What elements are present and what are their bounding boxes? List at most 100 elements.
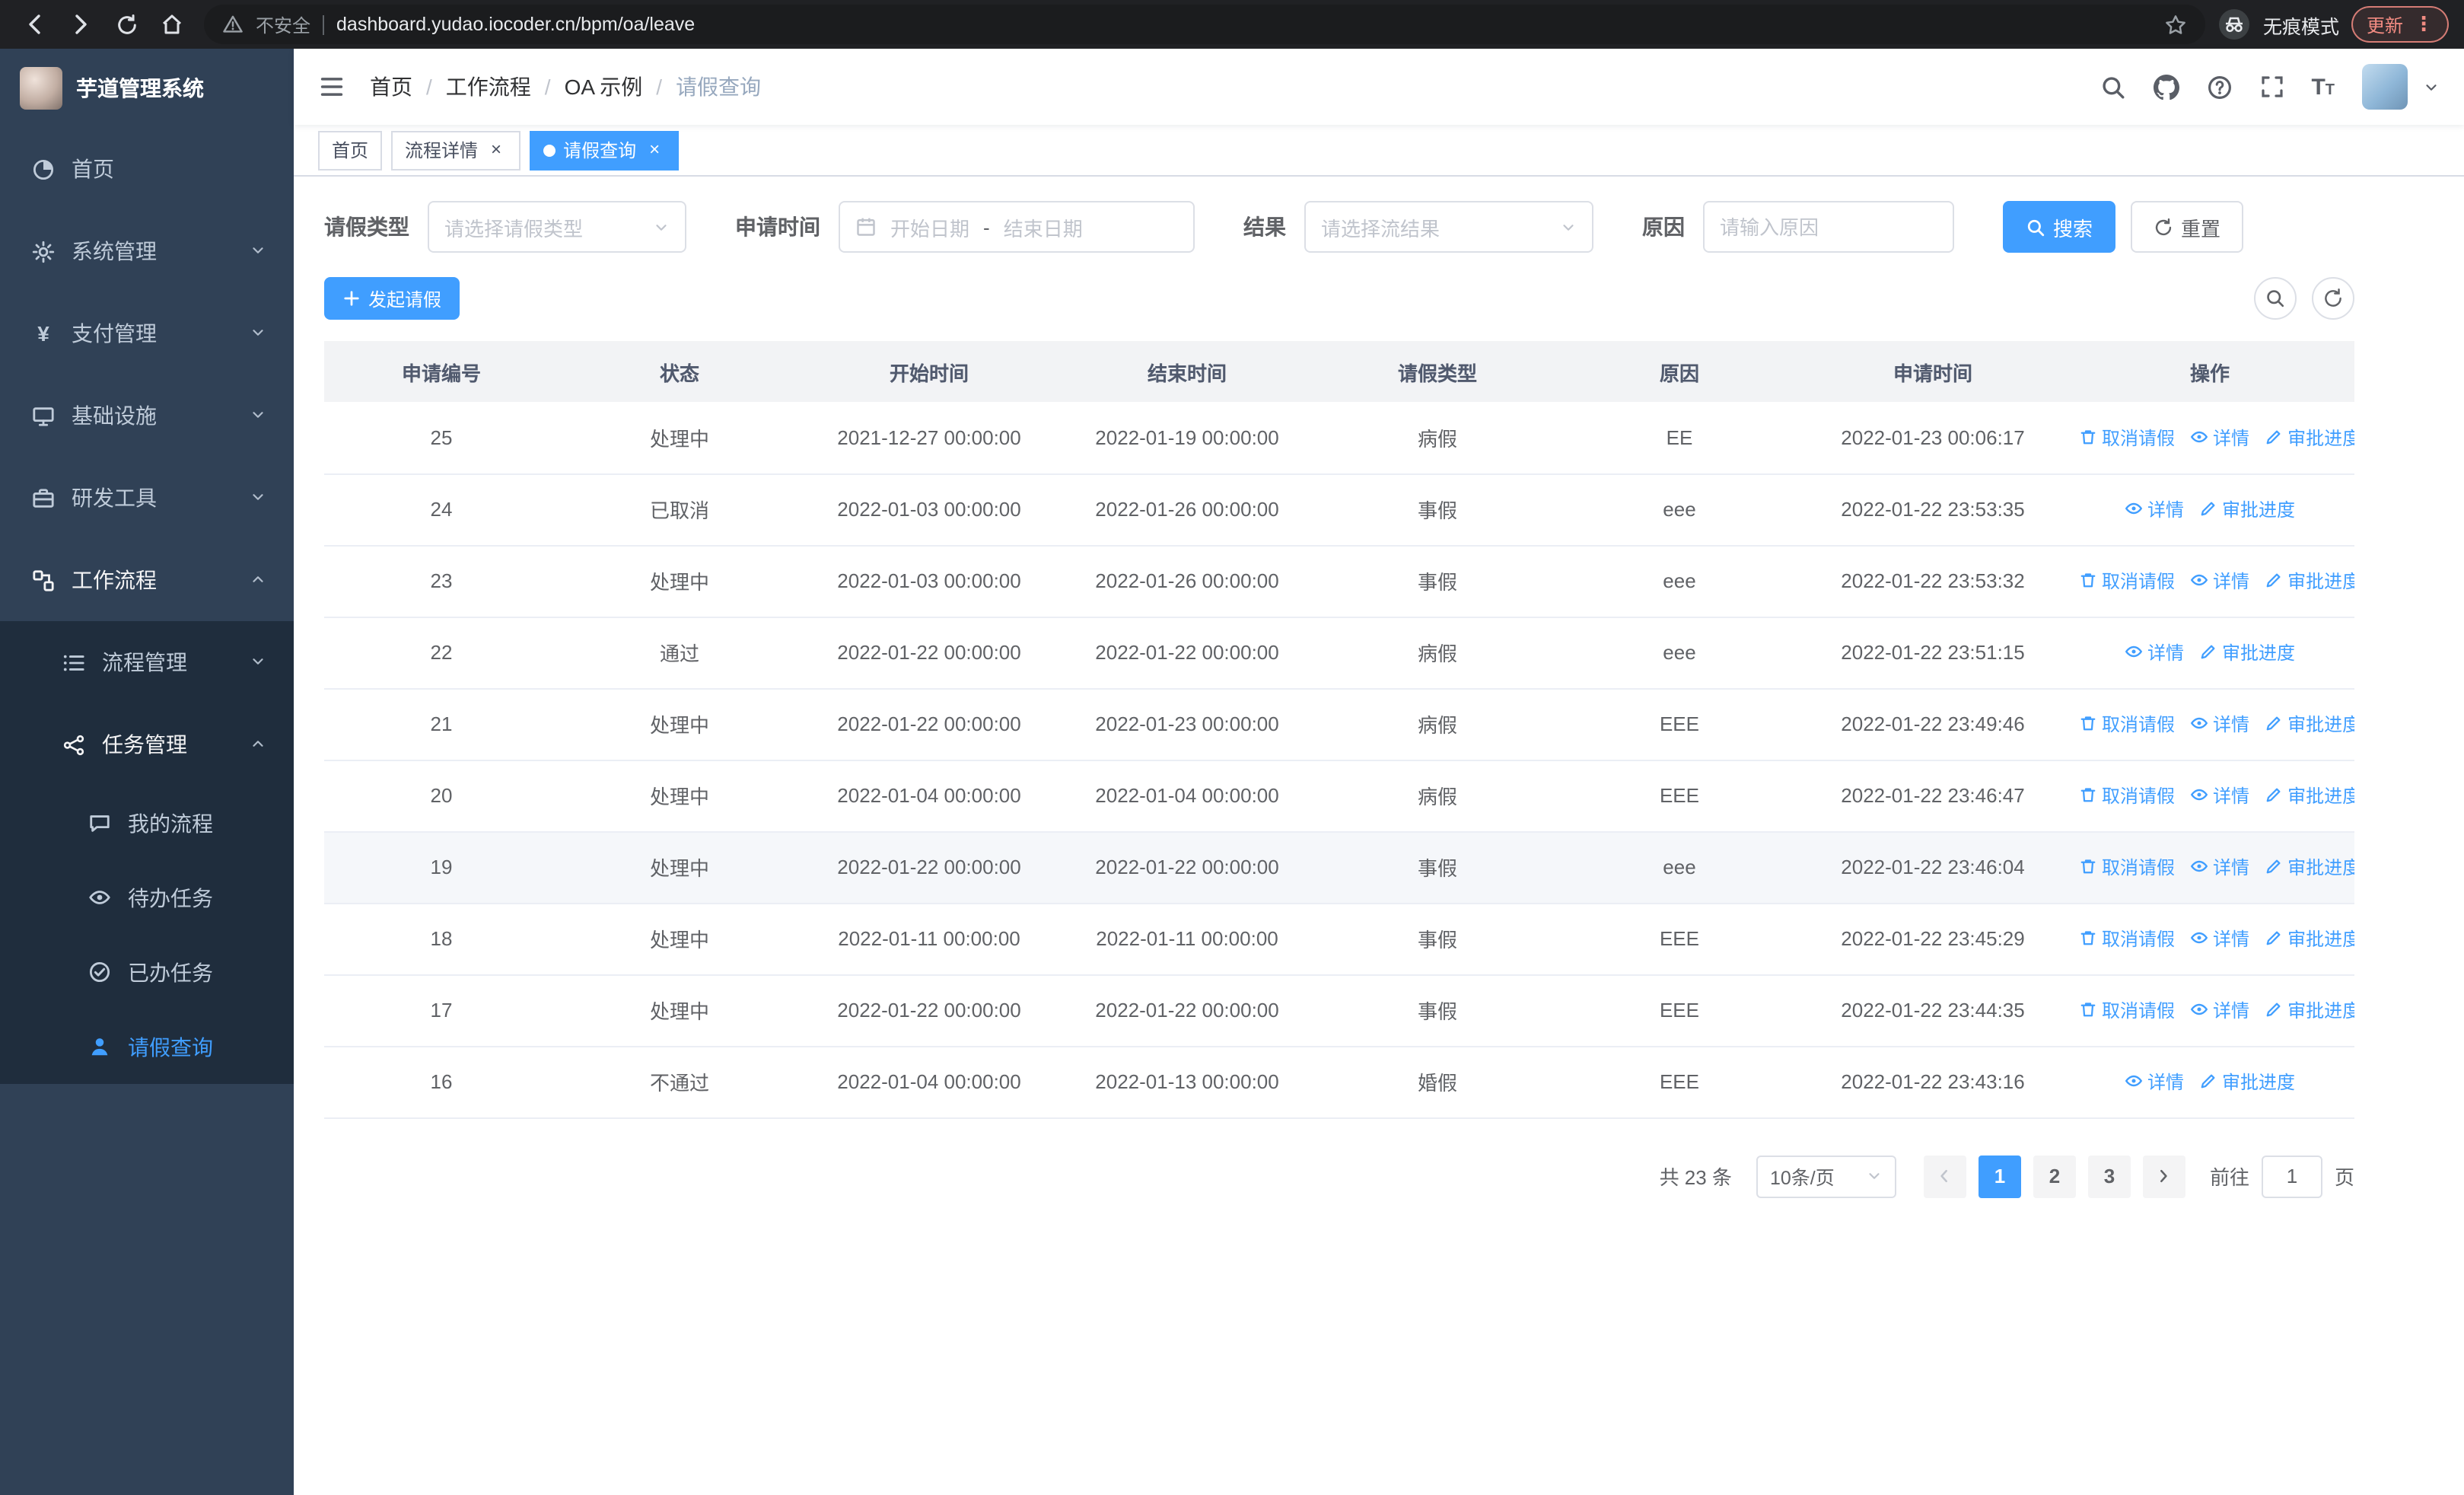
breadcrumb-item-home[interactable]: 首页 xyxy=(370,72,412,102)
address-bar[interactable]: 不安全 dashboard.yudao.iocoder.cn/bpm/oa/le… xyxy=(204,5,2205,44)
sidebar-item-todo-tasks[interactable]: 待办任务 xyxy=(0,860,294,935)
browser-refresh-button[interactable] xyxy=(107,5,146,44)
status: 处理中 xyxy=(559,903,801,975)
eye-icon xyxy=(2190,929,2208,948)
create-leave-button[interactable]: 发起请假 xyxy=(324,277,460,320)
eye-icon xyxy=(87,886,113,909)
sidebar-item-dev-tools[interactable]: 研发工具 xyxy=(0,457,294,539)
result-select[interactable]: 请选择流结果 xyxy=(1304,201,1593,253)
approval-progress-link[interactable]: 审批进度 xyxy=(2265,424,2354,450)
tab-home[interactable]: 首页 xyxy=(318,130,383,170)
chevron-down-icon[interactable] xyxy=(2423,78,2440,95)
detail-link[interactable]: 详情 xyxy=(2125,1069,2184,1095)
header-search-icon[interactable] xyxy=(2099,74,2125,100)
app-logo[interactable]: 芋道管理系统 xyxy=(0,49,294,128)
apply-time: 2022-01-22 23:45:29 xyxy=(1800,903,2065,975)
table-row: 16 不通过 2022-01-04 00:00:00 2022-01-13 00:00… xyxy=(324,1046,2354,1118)
search-button[interactable]: 搜索 xyxy=(2003,201,2116,253)
detail-link[interactable]: 详情 xyxy=(2190,568,2249,594)
cancel-leave-link[interactable]: 取消请假 xyxy=(2079,783,2175,808)
breadcrumb-item-oa-example[interactable]: OA 示例 xyxy=(565,72,643,102)
table-row: 25 处理中 2021-12-27 00:00:00 2022-01-19 00:00… xyxy=(324,402,2354,474)
reason-input[interactable] xyxy=(1703,201,1954,253)
breadcrumb-separator: / xyxy=(426,75,432,99)
end-time: 2022-01-26 00:00:00 xyxy=(1058,545,1316,617)
approval-progress-link[interactable]: 审批进度 xyxy=(2265,997,2354,1023)
detail-link[interactable]: 详情 xyxy=(2190,926,2249,952)
tab-process-detail[interactable]: 流程详情 × xyxy=(391,130,521,170)
browser-home-button[interactable] xyxy=(152,5,192,44)
reset-button[interactable]: 重置 xyxy=(2131,201,2244,253)
sidebar-item-infrastructure[interactable]: 基础设施 xyxy=(0,375,294,457)
leave-type: 事假 xyxy=(1316,903,1558,975)
cancel-leave-link[interactable]: 取消请假 xyxy=(2079,424,2175,450)
sidebar-item-task-management[interactable]: 任务管理 xyxy=(0,703,294,786)
detail-link[interactable]: 详情 xyxy=(2190,997,2249,1023)
apply-time: 2022-01-22 23:46:04 xyxy=(1800,831,2065,904)
detail-link[interactable]: 详情 xyxy=(2190,783,2249,808)
page-size-select[interactable]: 10条/页 xyxy=(1756,1155,1896,1197)
detail-link[interactable]: 详情 xyxy=(2190,854,2249,880)
next-page-button[interactable] xyxy=(2142,1155,2185,1197)
approval-progress-link[interactable]: 审批进度 xyxy=(2199,639,2295,665)
bookmark-star-icon[interactable] xyxy=(2164,13,2187,36)
approval-progress-link[interactable]: 审批进度 xyxy=(2199,496,2295,522)
apply-time-range-picker[interactable]: 开始日期 - 结束日期 xyxy=(839,201,1195,253)
github-icon[interactable] xyxy=(2153,74,2179,100)
eye-icon xyxy=(2190,428,2208,446)
apply-time: 2022-01-22 23:53:35 xyxy=(1800,473,2065,546)
browser-back-button[interactable] xyxy=(15,5,55,44)
approval-progress-link[interactable]: 审批进度 xyxy=(2199,1069,2295,1095)
help-icon[interactable] xyxy=(2206,74,2232,100)
edit-icon xyxy=(2265,428,2283,446)
close-tab-icon[interactable]: × xyxy=(644,139,665,161)
chevron-down-icon xyxy=(250,653,266,670)
application-id: 21 xyxy=(324,688,559,760)
page-button-2[interactable]: 2 xyxy=(2033,1155,2076,1197)
browser-menu-icon[interactable]: ⋮ xyxy=(2414,12,2434,37)
sidebar-item-process-management[interactable]: 流程管理 xyxy=(0,621,294,703)
font-size-icon[interactable]: TT xyxy=(2311,75,2335,98)
sidebar-item-workflow[interactable]: 工作流程 xyxy=(0,539,294,621)
detail-link[interactable]: 详情 xyxy=(2125,496,2184,522)
approval-progress-link[interactable]: 审批进度 xyxy=(2265,926,2354,952)
approval-progress-link[interactable]: 审批进度 xyxy=(2265,711,2354,737)
search-toggle-button[interactable] xyxy=(2254,277,2297,320)
sidebar-item-home[interactable]: 首页 xyxy=(0,128,294,210)
cancel-leave-link[interactable]: 取消请假 xyxy=(2079,926,2175,952)
breadcrumb-item-workflow[interactable]: 工作流程 xyxy=(446,72,531,102)
detail-link[interactable]: 详情 xyxy=(2125,639,2184,665)
fullscreen-icon[interactable] xyxy=(2259,75,2284,99)
cancel-leave-link[interactable]: 取消请假 xyxy=(2079,568,2175,594)
sidebar-item-my-process[interactable]: 我的流程 xyxy=(0,786,294,860)
leave-type-select[interactable]: 请选择请假类型 xyxy=(428,201,686,253)
sidebar-item-payment-management[interactable]: ¥ 支付管理 xyxy=(0,292,294,375)
detail-link[interactable]: 详情 xyxy=(2190,424,2249,450)
page-button-3[interactable]: 3 xyxy=(2087,1155,2131,1197)
prev-page-button[interactable] xyxy=(1923,1155,1966,1197)
leave-table: 申请编号 状态 开始时间 结束时间 请假类型 原因 申请时间 操作 25 处理中 2021-12-… xyxy=(324,341,2354,1118)
refresh-table-button[interactable] xyxy=(2312,277,2354,320)
close-tab-icon[interactable]: × xyxy=(485,139,507,161)
sidebar-item-leave-query[interactable]: 请假查询 xyxy=(0,1009,294,1084)
approval-progress-link[interactable]: 审批进度 xyxy=(2265,568,2354,594)
goto-page-input[interactable] xyxy=(2261,1155,2322,1197)
tab-leave-query[interactable]: 请假查询 × xyxy=(530,130,680,170)
browser-forward-button[interactable] xyxy=(61,5,100,44)
cancel-leave-link[interactable]: 取消请假 xyxy=(2079,711,2175,737)
detail-link[interactable]: 详情 xyxy=(2190,711,2249,737)
approval-progress-link[interactable]: 审批进度 xyxy=(2265,854,2354,880)
delete-icon xyxy=(2079,1001,2097,1019)
sidebar: 芋道管理系统 首页 系统管理 ¥ 支付管理 基础设施 研发工具 工作流程 流程管理 任务管理 我的… xyxy=(0,49,294,1495)
browser-update-button[interactable]: 更新 ⋮ xyxy=(2351,6,2449,43)
avatar[interactable] xyxy=(2362,64,2408,110)
page-button-1[interactable]: 1 xyxy=(1978,1155,2021,1197)
sidebar-toggle-icon[interactable] xyxy=(318,73,345,100)
cancel-leave-link[interactable]: 取消请假 xyxy=(2079,854,2175,880)
sidebar-item-done-tasks[interactable]: 已办任务 xyxy=(0,935,294,1009)
cancel-leave-link[interactable]: 取消请假 xyxy=(2079,997,2175,1023)
approval-progress-link[interactable]: 审批进度 xyxy=(2265,783,2354,808)
sidebar-item-system-management[interactable]: 系统管理 xyxy=(0,210,294,292)
delete-icon xyxy=(2079,858,2097,876)
table-row: 20 处理中 2022-01-04 00:00:00 2022-01-04 00:00… xyxy=(324,760,2354,832)
